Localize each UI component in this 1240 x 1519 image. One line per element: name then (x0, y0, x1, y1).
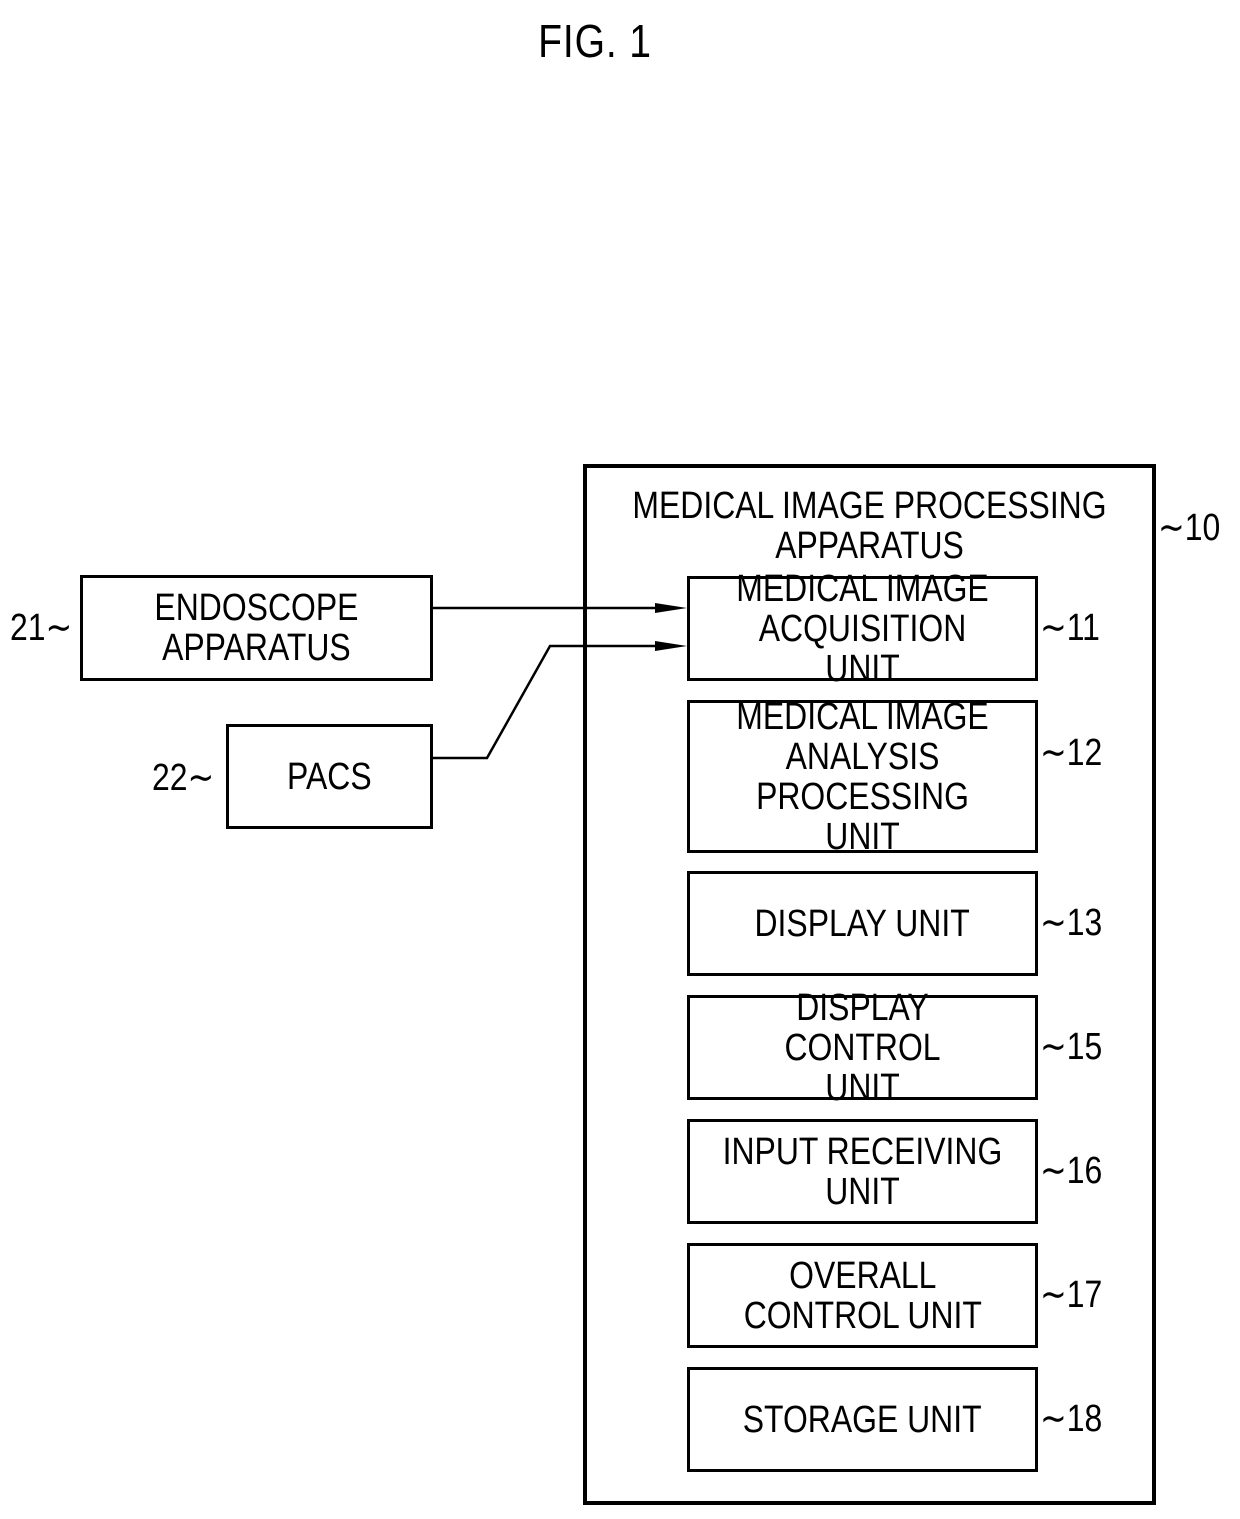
pacs-label: PACS (287, 755, 372, 798)
pacs-box: PACS (226, 724, 433, 829)
ref-18: ∼18 (1040, 1398, 1103, 1440)
unit-medical-image-analysis: MEDICAL IMAGE ANALYSIS PROCESSING UNIT (687, 697, 1038, 857)
unit-storage: STORAGE UNIT (687, 1367, 1038, 1472)
unit-display: DISPLAY UNIT (687, 871, 1038, 976)
ref-17: ∼17 (1040, 1274, 1103, 1316)
ref-22: 22∼ (152, 757, 215, 799)
unit-overall-control: OVERALL CONTROL UNIT (687, 1243, 1038, 1348)
unit-display-control: DISPLAY CONTROL UNIT (687, 988, 1038, 1108)
ref-13: ∼13 (1040, 902, 1103, 944)
ref-12: ∼12 (1040, 732, 1103, 774)
ref-15: ∼15 (1040, 1026, 1103, 1068)
ref-10: ∼10 (1158, 507, 1221, 549)
endoscope-apparatus-label: ENDOSCOPE APPARATUS (154, 587, 359, 669)
ref-21: 21∼ (10, 607, 73, 649)
ref-11: ∼11 (1040, 607, 1100, 649)
figure-title: FIG. 1 (538, 15, 652, 67)
apparatus-title: MEDICAL IMAGE PROCESSING APPARATUS (632, 485, 1107, 567)
unit-medical-image-acquisition: MEDICAL IMAGE ACQUISITION UNIT (687, 569, 1038, 689)
unit-input-receiving: INPUT RECEIVING UNIT (687, 1119, 1038, 1224)
ref-16: ∼16 (1040, 1150, 1103, 1192)
endoscope-apparatus-box: ENDOSCOPE APPARATUS (80, 575, 433, 681)
